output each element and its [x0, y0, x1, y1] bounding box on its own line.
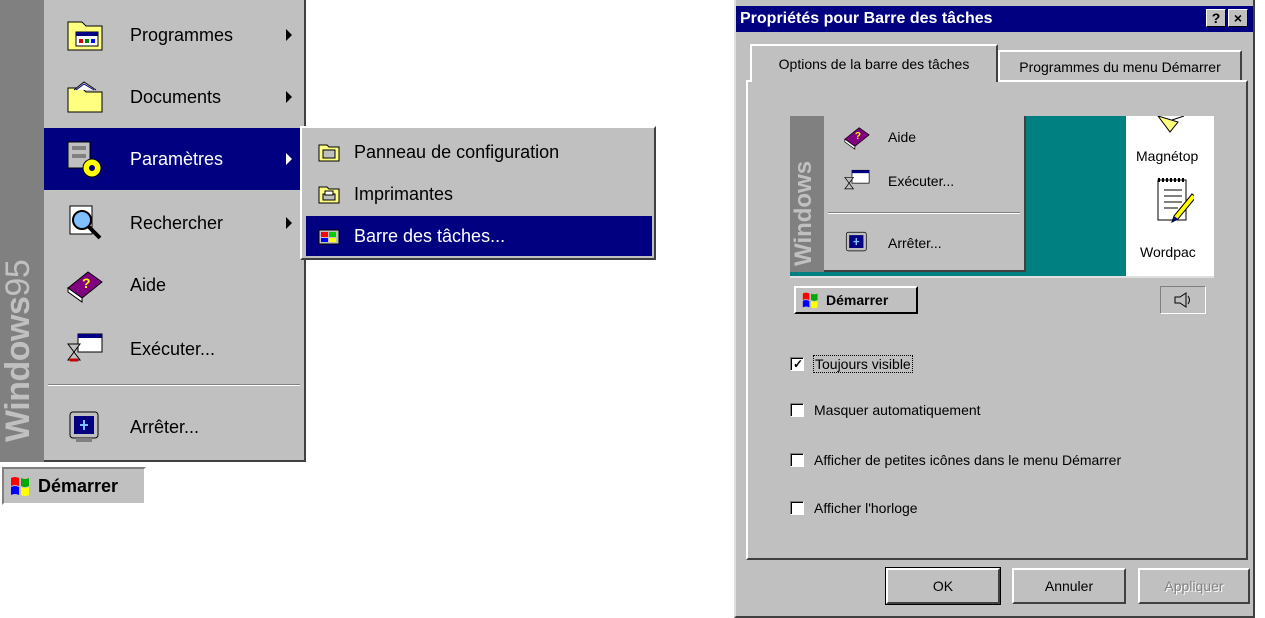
preview-menu-separator [828, 212, 1020, 214]
tab-programmes-menu-demarrer[interactable]: Programmes du menu Démarrer [998, 50, 1242, 82]
help-book-icon: ? [64, 264, 106, 306]
settings-submenu: Panneau de configuration Imprimantes Bar… [300, 126, 656, 260]
submenu-item-imprimantes[interactable]: Imprimantes [306, 174, 652, 214]
windows95-brand: Windows95 [0, 259, 37, 442]
apply-button[interactable]: Appliquer [1138, 568, 1250, 604]
submenu-label: Barre des tâches... [354, 225, 506, 246]
settings-icon [64, 138, 106, 180]
preview-menu-item-arreter: Arrêter... [830, 224, 942, 262]
desktop-icon-label: Wordpac [1140, 244, 1196, 260]
checkbox[interactable] [790, 403, 804, 417]
svg-text:?: ? [82, 275, 91, 291]
shutdown-computer-icon [842, 228, 872, 258]
menu-item-documents[interactable]: Documents [44, 66, 304, 128]
submenu-arrow-icon [286, 153, 292, 165]
checkmark-icon: ✓ [793, 357, 804, 371]
option-label: Masquer automatiquement [814, 402, 981, 418]
submenu-label: Panneau de configuration [354, 141, 560, 162]
preview-start-button: Démarrer [794, 286, 918, 314]
desktop-icon-label: Magnétop [1136, 148, 1199, 164]
menu-label: Arrêter... [130, 416, 200, 437]
taskbar-preview: Magnétop Wordpac Windows ? Aide Exécuter… [790, 116, 1214, 322]
preview-menu-label: Aide [888, 129, 917, 145]
preview-start-label: Démarrer [826, 292, 889, 308]
menu-item-rechercher[interactable]: Rechercher [44, 192, 304, 254]
submenu-arrow-icon [286, 217, 292, 229]
start-button-label: Démarrer [38, 475, 119, 496]
documents-folder-icon [64, 76, 106, 118]
option-masquer-automatiquement[interactable]: Masquer automatiquement [790, 402, 981, 418]
option-toujours-visible[interactable]: ✓ Toujours visible [790, 355, 913, 373]
submenu-item-barre-des-taches[interactable]: Barre des tâches... [306, 216, 652, 256]
option-label: Toujours visible [813, 355, 913, 373]
preview-menu-item-executer: Exécuter... [830, 162, 954, 200]
start-menu: Windows95 Programmes Documents Paramètre… [0, 0, 306, 462]
start-button[interactable]: Démarrer [2, 467, 146, 505]
printers-icon [318, 184, 340, 204]
wordpad-icon [1154, 174, 1197, 235]
title-bar[interactable]: Propriétés pour Barre des tâches ? × [736, 6, 1253, 32]
programs-folder-icon [64, 14, 106, 56]
tab-label: Programmes du menu Démarrer [1019, 59, 1221, 75]
menu-item-programmes[interactable]: Programmes [44, 4, 304, 66]
menu-label: Exécuter... [130, 338, 216, 359]
run-icon [842, 166, 872, 196]
menu-item-arreter[interactable]: Arrêter... [44, 396, 304, 458]
svg-text:?: ? [855, 131, 861, 142]
help-button[interactable]: ? [1206, 9, 1226, 27]
preview-menu-sidebar: Windows [790, 116, 824, 272]
preview-brand: Windows [790, 160, 817, 266]
menu-item-aide[interactable]: ? Aide [44, 254, 304, 316]
preview-menu-label: Arrêter... [888, 235, 942, 251]
tab-options-barre-des-taches[interactable]: Options de la barre des tâches [750, 44, 998, 82]
help-book-icon: ? [842, 122, 872, 152]
checkbox[interactable]: ✓ [790, 357, 804, 371]
menu-label: Rechercher [130, 212, 224, 233]
menu-separator [48, 384, 300, 386]
preview-menu-item-aide: ? Aide [830, 118, 916, 156]
dialog-title: Propriétés pour Barre des tâches [740, 10, 993, 27]
preview-desktop-area: Magnétop Wordpac [1126, 116, 1214, 276]
close-button[interactable]: × [1228, 9, 1248, 27]
find-icon [64, 202, 106, 244]
menu-item-parametres[interactable]: Paramètres [44, 128, 304, 190]
preview-start-menu: Windows ? Aide Exécuter... Arrêter... [790, 116, 1026, 272]
submenu-item-panneau-de-configuration[interactable]: Panneau de configuration [306, 132, 652, 172]
speaker-icon [1173, 291, 1193, 314]
option-petites-icones[interactable]: Afficher de petites icônes dans le menu … [790, 452, 1121, 468]
menu-item-executer[interactable]: Exécuter... [44, 318, 304, 380]
ok-button[interactable]: OK [885, 567, 1001, 605]
submenu-label: Imprimantes [354, 183, 454, 204]
menu-label: Paramètres [130, 148, 224, 169]
taskbar-properties-dialog: Propriétés pour Barre des tâches ? × Opt… [734, 0, 1255, 618]
submenu-arrow-icon [286, 29, 292, 41]
submenu-arrow-icon [286, 91, 292, 103]
menu-label: Documents [130, 86, 222, 107]
shutdown-computer-icon [64, 406, 106, 448]
option-label: Afficher l'horloge [814, 500, 918, 516]
windows-flag-icon [8, 475, 34, 497]
option-label: Afficher de petites icônes dans le menu … [814, 452, 1122, 468]
menu-label: Aide [130, 274, 167, 295]
preview-taskbar: Démarrer [790, 276, 1214, 322]
start-menu-sidebar: Windows95 [0, 0, 44, 462]
run-icon [64, 328, 106, 370]
preview-system-tray [1160, 286, 1206, 314]
recorder-icon [1152, 116, 1186, 147]
cancel-button[interactable]: Annuler [1012, 568, 1126, 604]
menu-label: Programmes [130, 24, 234, 45]
option-afficher-horloge[interactable]: Afficher l'horloge [790, 500, 918, 516]
taskbar-icon [318, 226, 340, 246]
preview-menu-label: Exécuter... [888, 173, 955, 189]
checkbox[interactable] [790, 453, 804, 467]
checkbox[interactable] [790, 501, 804, 515]
windows-flag-icon [800, 291, 822, 309]
control-panel-icon [318, 142, 340, 162]
tab-label: Options de la barre des tâches [778, 56, 970, 72]
